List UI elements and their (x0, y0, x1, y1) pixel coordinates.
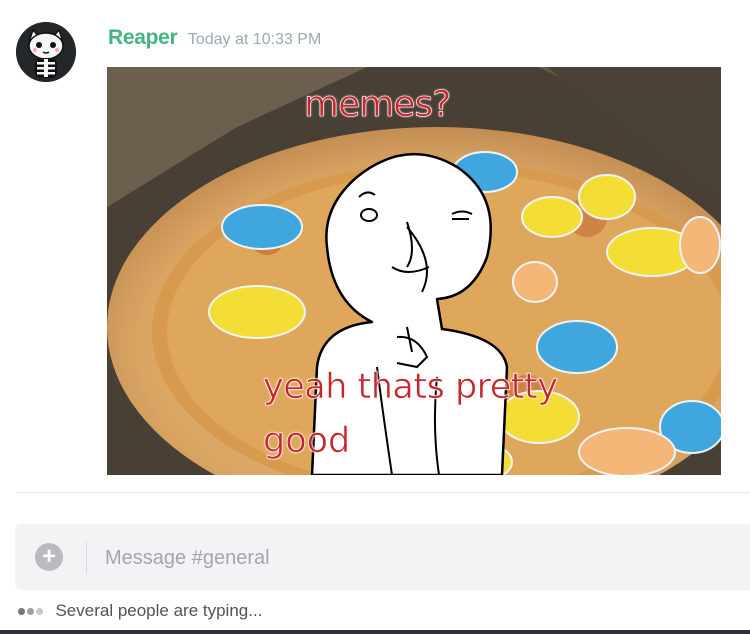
skeleton-cat-icon (16, 22, 76, 82)
window-bottom-edge (0, 630, 750, 634)
username[interactable]: Reaper (108, 26, 178, 49)
message-input[interactable] (95, 538, 747, 578)
meme-image (107, 67, 721, 475)
timestamp: Today at 10:33 PM (187, 31, 322, 48)
meme-bottom-text-line2: good (263, 421, 351, 461)
avatar[interactable] (16, 22, 76, 82)
image-attachment[interactable]: memes? yeah thats pretty good (107, 67, 721, 475)
message-divider (16, 492, 750, 493)
typing-indicator: Several people are typing... (18, 601, 262, 625)
message-composer: + (15, 524, 750, 590)
typing-dots-icon (18, 602, 45, 620)
plus-circle-icon[interactable]: + (35, 543, 63, 571)
meme-bottom-text-line1: yeah thats pretty (263, 367, 559, 407)
message-header: Reaper Today at 10:33 PM (108, 26, 321, 50)
typing-text: Several people are typing... (55, 601, 263, 620)
composer-divider (86, 540, 87, 574)
meme-top-text: memes? (304, 84, 452, 125)
chat-message: Reaper Today at 10:33 PM memes? yeah tha… (0, 0, 750, 490)
